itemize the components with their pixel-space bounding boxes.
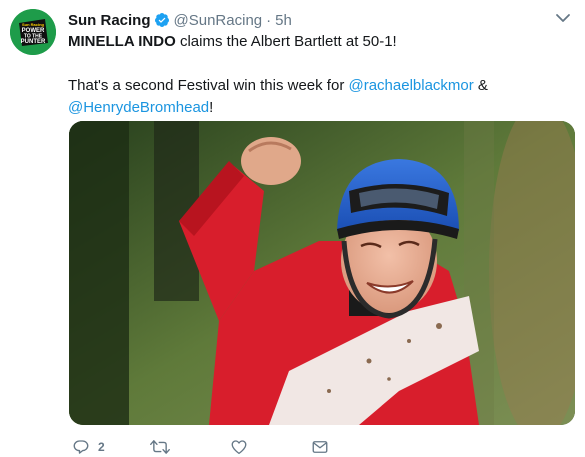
avatar[interactable]: Sun Racing POWER TO THE PUNTER bbox=[10, 9, 56, 55]
tweet-text-line2-end: ! bbox=[209, 99, 214, 116]
jockey-celebration-photo bbox=[69, 121, 575, 425]
tweet-timestamp[interactable]: 5h bbox=[275, 12, 292, 29]
tweet-photo[interactable] bbox=[69, 121, 575, 425]
tweet-text-line1-rest: claims the Albert Bartlett at 50-1! bbox=[175, 33, 397, 50]
sun-racing-logo-icon: Sun Racing POWER TO THE PUNTER bbox=[10, 9, 56, 55]
reply-button[interactable]: 2 bbox=[72, 437, 105, 457]
horse-name: MINELLA INDO bbox=[68, 33, 176, 50]
author-name[interactable]: Sun Racing bbox=[68, 12, 151, 29]
direct-message-button[interactable] bbox=[311, 437, 329, 457]
retweet-icon bbox=[150, 440, 170, 454]
like-button[interactable] bbox=[230, 437, 256, 457]
mention-link-rachael[interactable]: @rachaelblackmor bbox=[348, 77, 473, 94]
heart-icon bbox=[231, 440, 247, 455]
chevron-down-icon[interactable] bbox=[555, 11, 571, 25]
avatar-line1: Sun Racing bbox=[22, 22, 45, 27]
avatar-line4: PUNTER bbox=[21, 39, 46, 45]
tweet-actions: 2 bbox=[68, 437, 368, 457]
tweet-text: MINELLA INDO claims the Albert Bartlett … bbox=[68, 31, 568, 119]
tweet-text-line2-start: That's a second Festival win this week f… bbox=[68, 77, 349, 94]
tweet-text-line2-mid: & bbox=[473, 77, 488, 94]
tweet-text-line1: MINELLA INDO claims the Albert Bartlett … bbox=[68, 31, 568, 53]
retweet-button[interactable] bbox=[150, 437, 178, 457]
reply-icon bbox=[73, 440, 89, 454]
tweet-text-line2: That's a second Festival win this week f… bbox=[68, 75, 568, 119]
tweet-card: Sun Racing POWER TO THE PUNTER Sun Racin… bbox=[0, 0, 585, 457]
reply-count: 2 bbox=[98, 440, 105, 454]
envelope-icon bbox=[312, 441, 328, 453]
verified-badge-icon bbox=[154, 12, 170, 28]
tweet-header: Sun Racing @SunRacing · 5h bbox=[68, 9, 292, 31]
author-handle[interactable]: @SunRacing bbox=[174, 12, 263, 29]
mention-link-henry[interactable]: @HenrydeBromhead bbox=[68, 99, 209, 116]
separator-dot: · bbox=[266, 11, 272, 29]
